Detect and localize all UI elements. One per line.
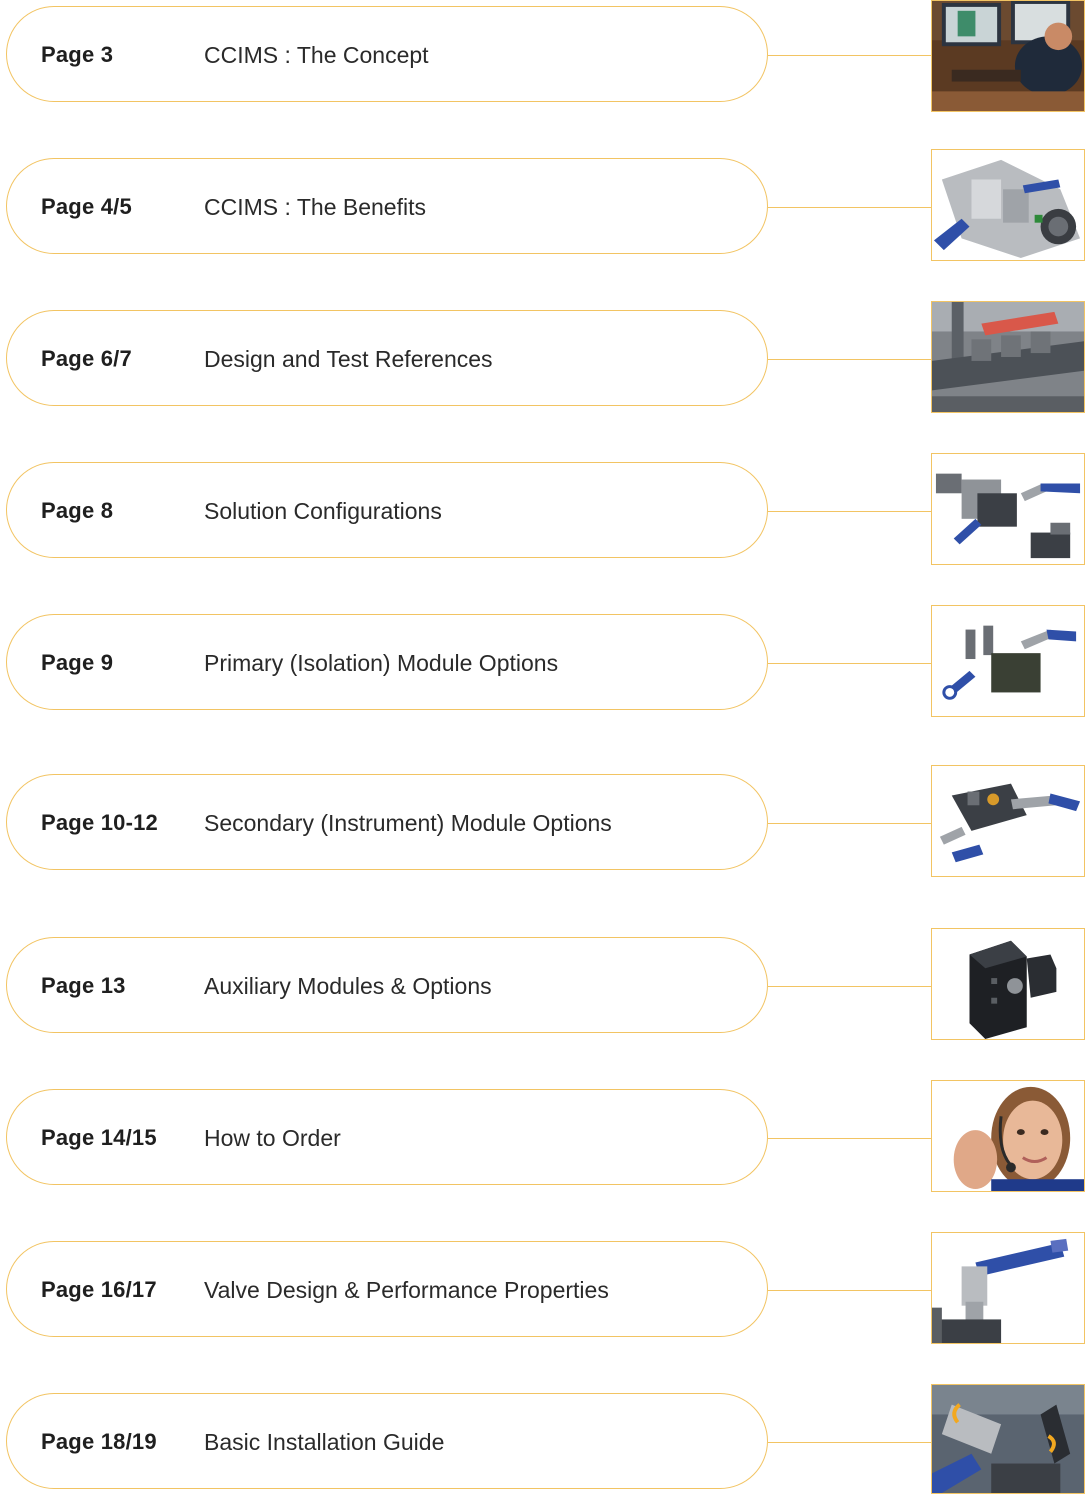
section-title: Primary (Isolation) Module Options	[204, 650, 559, 676]
connector-line	[768, 1442, 931, 1443]
connector-line	[768, 1290, 931, 1291]
section-title: Design and Test References	[204, 346, 493, 372]
toc-link-page-8[interactable]: Page 8 Solution Configurations	[6, 462, 768, 558]
connector-line	[768, 1138, 931, 1139]
toc-entry-page-3: Page 3 CCIMS : The Concept	[0, 0, 1087, 118]
page-number: Page 3	[41, 42, 114, 67]
page-number: Page 16/17	[41, 1277, 157, 1302]
toc-entry-page-14-15: Page 14/15 How to Order	[0, 1080, 1087, 1201]
toc-entry-page-4-5: Page 4/5 CCIMS : The Benefits	[0, 149, 1087, 270]
toc-link-page-10-12[interactable]: Page 10-12 Secondary (Instrument) Module…	[6, 774, 768, 870]
page-number: Page 14/15	[41, 1125, 157, 1150]
toc-entry-page-10-12: Page 10-12 Secondary (Instrument) Module…	[0, 765, 1087, 886]
toc-link-page-18-19[interactable]: Page 18/19 Basic Installation Guide	[6, 1393, 768, 1489]
connector-line	[768, 511, 931, 512]
page-number: Page 10-12	[41, 810, 158, 835]
connector-line	[768, 663, 931, 664]
section-title: How to Order	[204, 1125, 341, 1151]
toc-entry-page-8: Page 8 Solution Configurations	[0, 453, 1087, 574]
connector-line	[768, 55, 931, 56]
connector-line	[768, 359, 931, 360]
section-title: CCIMS : The Benefits	[204, 194, 426, 220]
valve-assembly-photo	[931, 149, 1085, 261]
page-number: Page 18/19	[41, 1429, 157, 1454]
toc-link-page-13[interactable]: Page 13 Auxiliary Modules & Options	[6, 937, 768, 1033]
toc-entry-page-9: Page 9 Primary (Isolation) Module Option…	[0, 605, 1087, 726]
section-title: Basic Installation Guide	[204, 1429, 445, 1455]
customer-service-agent-photo	[931, 1080, 1085, 1192]
toc-link-page-14-15[interactable]: Page 14/15 How to Order	[6, 1089, 768, 1185]
toc-entry-page-13: Page 13 Auxiliary Modules & Options	[0, 928, 1087, 1049]
page-number: Page 9	[41, 650, 114, 675]
engineer-at-computer-photo	[931, 0, 1085, 112]
valve-handle-photo	[931, 1232, 1085, 1344]
toc-link-page-16-17[interactable]: Page 16/17 Valve Design & Performance Pr…	[6, 1241, 768, 1337]
installation-guide-photo	[931, 1384, 1085, 1494]
toc-link-page-9[interactable]: Page 9 Primary (Isolation) Module Option…	[6, 614, 768, 710]
section-title: Auxiliary Modules & Options	[204, 973, 492, 999]
page-number: Page 13	[41, 973, 126, 998]
isolation-module-photo	[931, 605, 1085, 717]
section-title: Valve Design & Performance Properties	[204, 1277, 609, 1303]
toc-entry-page-16-17: Page 16/17 Valve Design & Performance Pr…	[0, 1232, 1087, 1353]
auxiliary-module-photo	[931, 928, 1085, 1040]
section-title: CCIMS : The Concept	[204, 42, 429, 68]
section-title: Solution Configurations	[204, 498, 442, 524]
section-title: Secondary (Instrument) Module Options	[204, 810, 612, 836]
test-rig-photo	[931, 301, 1085, 413]
toc-entry-page-6-7: Page 6/7 Design and Test References	[0, 301, 1087, 422]
toc-link-page-4-5[interactable]: Page 4/5 CCIMS : The Benefits	[6, 158, 768, 254]
toc-link-page-3[interactable]: Page 3 CCIMS : The Concept	[6, 6, 768, 102]
connector-line	[768, 823, 931, 824]
page-number: Page 8	[41, 498, 114, 523]
instrument-module-photo	[931, 765, 1085, 877]
page-number: Page 4/5	[41, 194, 132, 219]
valve-configuration-photo	[931, 453, 1085, 565]
connector-line	[768, 986, 931, 987]
page-number: Page 6/7	[41, 346, 132, 371]
toc-entry-page-18-19: Page 18/19 Basic Installation Guide	[0, 1384, 1087, 1505]
connector-line	[768, 207, 931, 208]
toc-link-page-6-7[interactable]: Page 6/7 Design and Test References	[6, 310, 768, 406]
